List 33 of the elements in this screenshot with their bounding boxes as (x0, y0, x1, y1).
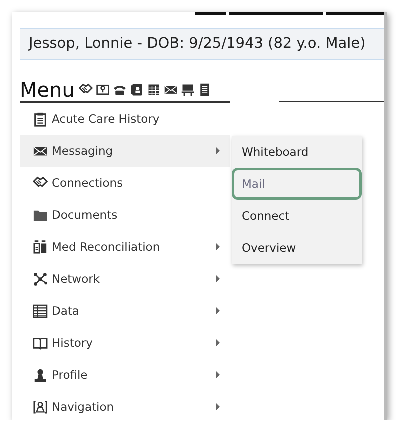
person-icon (33, 368, 48, 382)
tab[interactable] (326, 12, 384, 15)
submenu-item[interactable]: Connect (232, 200, 362, 232)
phone-icon (112, 83, 127, 97)
patient-banner: Jessop, Lonnie - DOB: 9/25/1943 (82 y.o. Male) (20, 28, 384, 60)
submenu-item[interactable]: Overview (232, 232, 362, 264)
document-icon (198, 83, 212, 97)
menu-item[interactable]: Profile (20, 359, 230, 391)
tab[interactable] (195, 12, 226, 15)
contact-book-icon (130, 83, 144, 97)
submenu-item[interactable]: Mail (232, 168, 362, 200)
menu-item[interactable]: Navigation (20, 391, 230, 420)
grid-icon (33, 304, 48, 318)
menu-item[interactable]: Med Reconciliation (20, 231, 230, 263)
desk-icon (180, 83, 195, 97)
envelope-icon (164, 83, 178, 97)
menu-item[interactable]: Connections (20, 167, 230, 199)
calendar-icon (146, 83, 161, 97)
clipboard-icon (33, 112, 48, 126)
submenu-item[interactable]: Whiteboard (232, 136, 362, 168)
bottles-icon (33, 240, 48, 254)
menu-item[interactable]: Data (20, 295, 230, 327)
menu-item[interactable]: Messaging (20, 135, 230, 167)
menu-item[interactable]: Network (20, 263, 230, 295)
menu-item[interactable]: History (20, 327, 230, 359)
menu-item[interactable]: Documents (20, 199, 230, 231)
menu-title: Menu (20, 79, 75, 101)
tab[interactable] (228, 12, 324, 15)
map-pin-icon (33, 400, 48, 414)
book-icon (33, 336, 48, 350)
menu-item[interactable]: Acute Care History (20, 103, 230, 135)
network-icon (33, 272, 48, 286)
map-icon (96, 83, 110, 97)
